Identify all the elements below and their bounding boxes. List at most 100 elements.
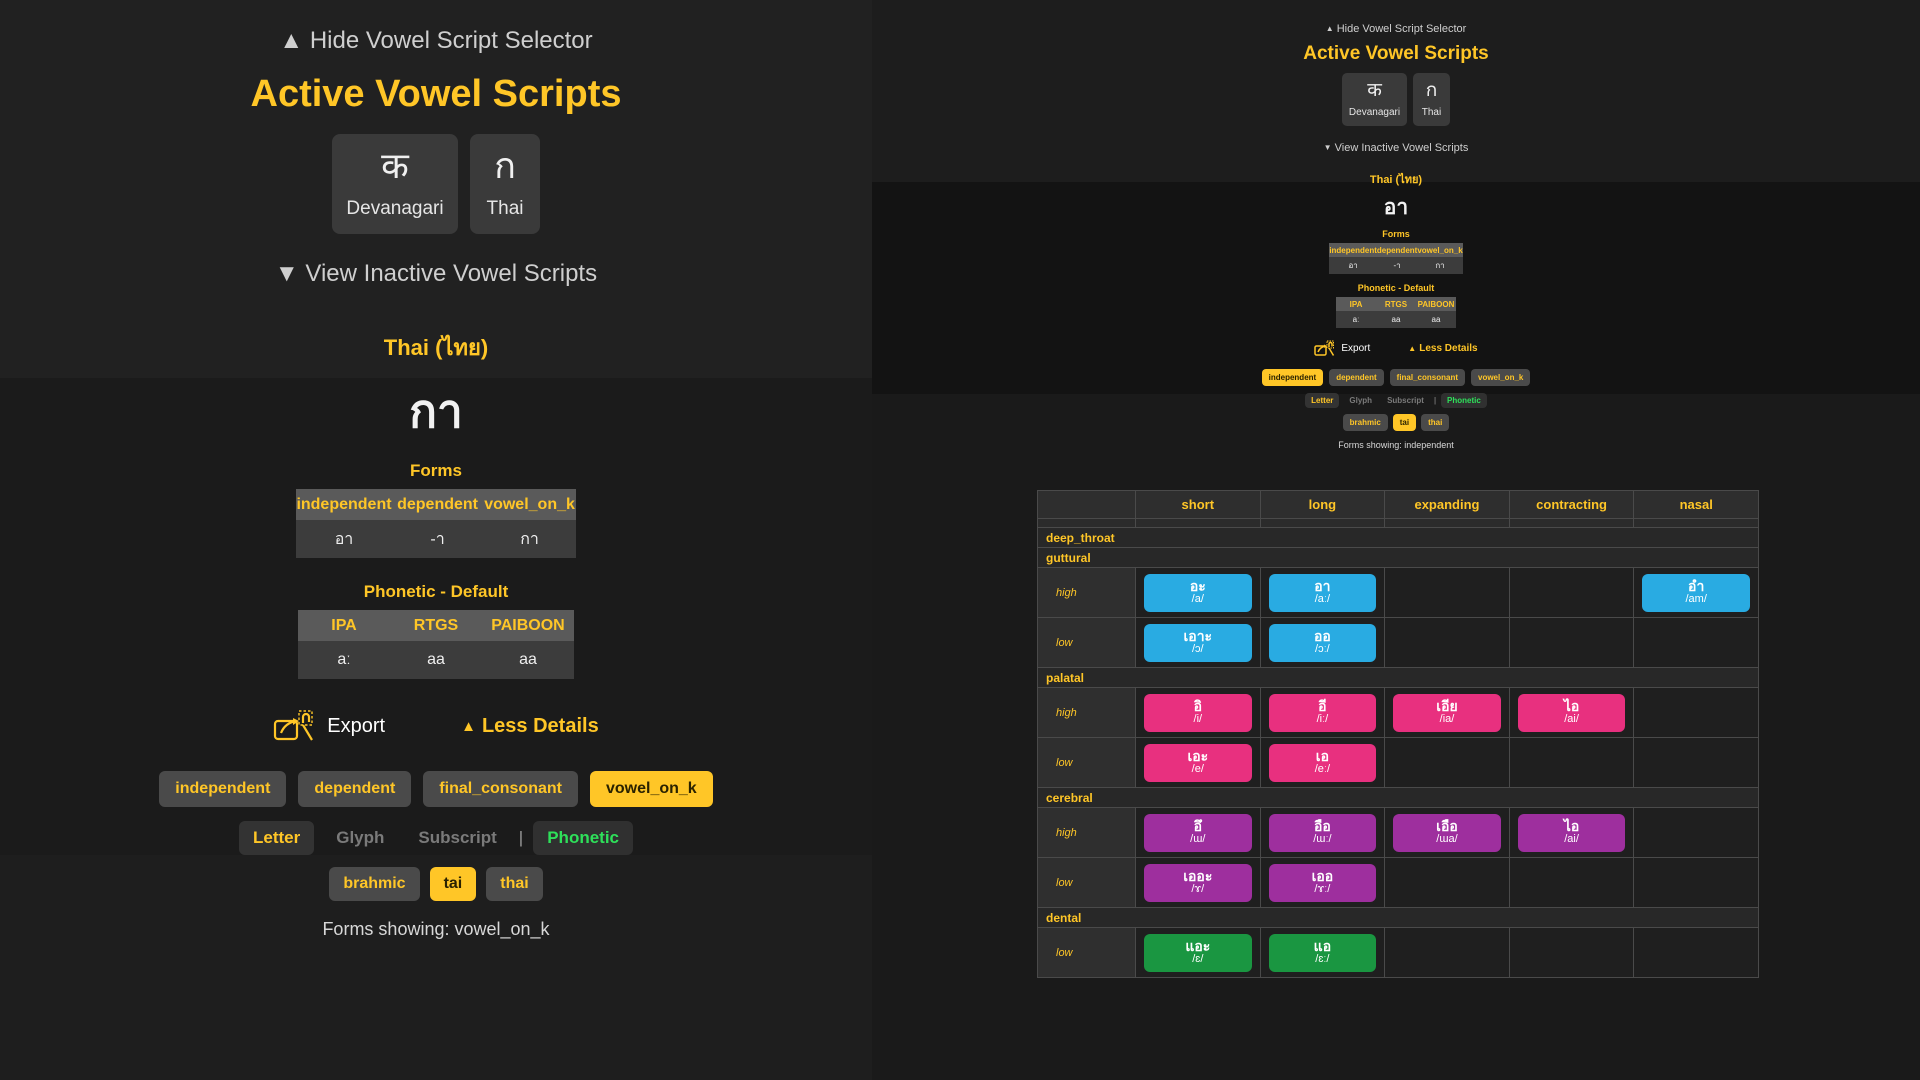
vowel-chip-phonetic: /ɤː/ <box>1314 883 1331 896</box>
right-view-chip-subscript[interactable]: Subscript <box>1382 393 1429 408</box>
vowel-chip-phonetic: /ɔː/ <box>1315 643 1330 656</box>
script-tile-devanagari[interactable]: क Devanagari <box>332 134 458 234</box>
form-chip-dependent[interactable]: dependent <box>298 771 412 808</box>
vowel-group-row-guttural: guttural <box>1037 547 1759 568</box>
vowel-chip-glyph: อะ <box>1189 578 1206 595</box>
right-family-chip-brahmic[interactable]: brahmic <box>1342 414 1388 432</box>
vowel-chip-phonetic: /a/ <box>1191 593 1204 606</box>
hide-vowel-script-selector-toggle[interactable]: Hide Vowel Script Selector <box>279 27 593 55</box>
family-chip-thai[interactable]: thai <box>486 867 543 902</box>
view-inactive-vowel-scripts-toggle[interactable]: View Inactive Vowel Scripts <box>275 260 597 288</box>
form-chip-vowel-on-k[interactable]: vowel_on_k <box>589 771 713 808</box>
vowel-chip[interactable]: เออ/ɤː/ <box>1268 863 1377 902</box>
right-form-chip-independent[interactable]: independent <box>1261 369 1324 387</box>
left-hide-selector-row: Hide Vowel Script Selector <box>0 27 872 55</box>
view-chip-subscript[interactable]: Subscript <box>406 821 508 855</box>
vowel-chip-glyph: แอะ <box>1185 938 1211 955</box>
vowel-cell-empty <box>1633 737 1759 788</box>
form-chip-final-consonant[interactable]: final_consonant <box>423 771 578 808</box>
view-chip-separator: | <box>518 828 524 848</box>
right-form-chip-dependent[interactable]: dependent <box>1329 369 1384 387</box>
right-view-chip-letter[interactable]: Letter <box>1305 393 1340 409</box>
view-chip-phonetic[interactable]: Phonetic <box>533 821 634 856</box>
right-form-chip-final-consonant[interactable]: final_consonant <box>1389 369 1465 387</box>
right-export-button[interactable]: Export <box>1314 340 1370 357</box>
selected-vowel-big-glyph: กา <box>409 385 463 437</box>
right-view-chip-phonetic[interactable]: Phonetic <box>1441 393 1487 409</box>
vowel-chip[interactable]: ไอ/ai/ <box>1517 813 1626 852</box>
right-form-chip-vowel-on-k[interactable]: vowel_on_k <box>1471 369 1531 387</box>
vowel-chip[interactable]: อา/aː/ <box>1268 573 1377 612</box>
export-button[interactable]: Export <box>273 709 385 743</box>
right-view-chip-glyph[interactable]: Glyph <box>1344 393 1377 408</box>
vowel-chip[interactable]: อำ/am/ <box>1642 573 1750 612</box>
vowel-group-row-deep_throat: deep_throat <box>1037 527 1759 548</box>
vowel-chip-glyph: อิ <box>1193 698 1202 715</box>
forms-value-dependent: -า <box>391 520 484 559</box>
family-chip-tai[interactable]: tai <box>429 867 477 902</box>
vowel-chip[interactable]: อี/iː/ <box>1268 693 1377 732</box>
vowel-chip[interactable]: อะ/a/ <box>1144 573 1252 612</box>
triangle-up-icon-less <box>461 719 476 734</box>
vowel-grid-col-expanding: expanding <box>1384 490 1510 519</box>
vowel-chip[interactable]: เอือ/ɯa/ <box>1393 813 1501 852</box>
vowel-group-label: deep_throat <box>1037 527 1759 548</box>
vowel-cell: อึ/ɯ/ <box>1135 807 1261 858</box>
less-details-button[interactable]: Less Details <box>461 715 599 738</box>
vowel-group-label: guttural <box>1037 547 1759 568</box>
right-script-tile-devanagari[interactable]: क Devanagari <box>1342 73 1407 126</box>
vowel-chip[interactable]: อึ/ɯ/ <box>1144 813 1252 852</box>
vowel-cell: อิ/i/ <box>1135 687 1261 738</box>
vowel-chip[interactable]: เออะ/ɤ/ <box>1144 863 1252 902</box>
right-family-chip-tai[interactable]: tai <box>1392 414 1417 432</box>
form-chip-independent[interactable]: independent <box>159 771 287 808</box>
vowel-chip[interactable]: ออ/ɔː/ <box>1268 623 1377 662</box>
right-selected-vowel-big-glyph: อา <box>1383 196 1409 219</box>
vowel-cell-empty <box>1384 567 1510 618</box>
vowel-cell-empty <box>1508 927 1635 978</box>
right-view-inactive-vowel-scripts-toggle[interactable]: View Inactive Vowel Scripts <box>1324 142 1469 154</box>
vowel-cell: เอะ/e/ <box>1135 737 1261 788</box>
vowel-chip[interactable]: อิ/i/ <box>1144 693 1252 732</box>
vowel-group-row-dental: dental <box>1037 907 1759 928</box>
vowel-chip-glyph: ไอ <box>1563 698 1580 715</box>
vowel-chip-glyph: อา <box>1314 578 1331 595</box>
vowel-cell: เอ/eː/ <box>1259 737 1386 788</box>
right-less-details-button[interactable]: Less Details <box>1408 343 1477 354</box>
vowel-cell-empty <box>1508 617 1635 668</box>
vowel-chip[interactable]: ไอ/ai/ <box>1517 693 1626 732</box>
forms-table: independent dependent vowel_on_k อา -า ก… <box>296 489 576 559</box>
vowel-grid-row: low แอะ/ɛ/แอ/ɛː/ <box>1037 927 1759 978</box>
vowel-chip[interactable]: เอีย/ia/ <box>1393 693 1501 732</box>
vowel-chip[interactable]: เอะ/e/ <box>1144 743 1252 782</box>
vowel-chip[interactable]: แอ/ɛː/ <box>1268 933 1377 972</box>
right-action-row: Export Less Details <box>872 340 1920 357</box>
vowel-chip[interactable]: แอะ/ɛ/ <box>1144 933 1252 972</box>
vowel-chip[interactable]: เอ/eː/ <box>1268 743 1377 782</box>
view-chip-letter[interactable]: Letter <box>238 821 315 856</box>
hide-selector-label: Hide Vowel Script Selector <box>309 27 593 54</box>
vowel-group-label: palatal <box>1037 667 1759 688</box>
forms-col-vowel-on-k: vowel_on_k <box>483 489 576 521</box>
vowel-group-label: dental <box>1037 907 1759 928</box>
script-tile-thai[interactable]: ก Thai <box>470 134 540 234</box>
right-family-chip-thai[interactable]: thai <box>1421 414 1450 432</box>
vowel-group-label: cerebral <box>1037 787 1759 808</box>
triangle-down-icon <box>275 262 299 286</box>
vowel-chip[interactable]: อือ/ɯː/ <box>1268 813 1377 852</box>
view-chip-glyph[interactable]: Glyph <box>324 821 396 855</box>
vowel-chip-glyph: เอะ <box>1187 748 1209 765</box>
right-forms-caption: Forms <box>1382 229 1410 240</box>
right-phonetic-value-rtgs: aa <box>1376 311 1416 329</box>
vowel-chip-phonetic: /ia/ <box>1439 713 1455 726</box>
vowel-grid-row: high อึ/ɯ/อือ/ɯː/เอือ/ɯa/ไอ/ai/ <box>1037 807 1759 858</box>
vowel-cell: เออ/ɤː/ <box>1259 857 1386 908</box>
right-script-tile-thai[interactable]: ก Thai <box>1413 73 1450 126</box>
vowel-chip-glyph: เออะ <box>1183 868 1213 885</box>
vowel-chip[interactable]: เอาะ/ɔ/ <box>1144 623 1252 662</box>
view-chip-row: Letter Glyph Subscript | Phonetic <box>0 821 872 856</box>
vowel-cell-empty <box>1633 687 1759 738</box>
vowel-cell: ไอ/ai/ <box>1508 687 1635 738</box>
family-chip-brahmic[interactable]: brahmic <box>329 867 420 902</box>
right-hide-vowel-script-selector-toggle[interactable]: Hide Vowel Script Selector <box>1326 23 1467 35</box>
